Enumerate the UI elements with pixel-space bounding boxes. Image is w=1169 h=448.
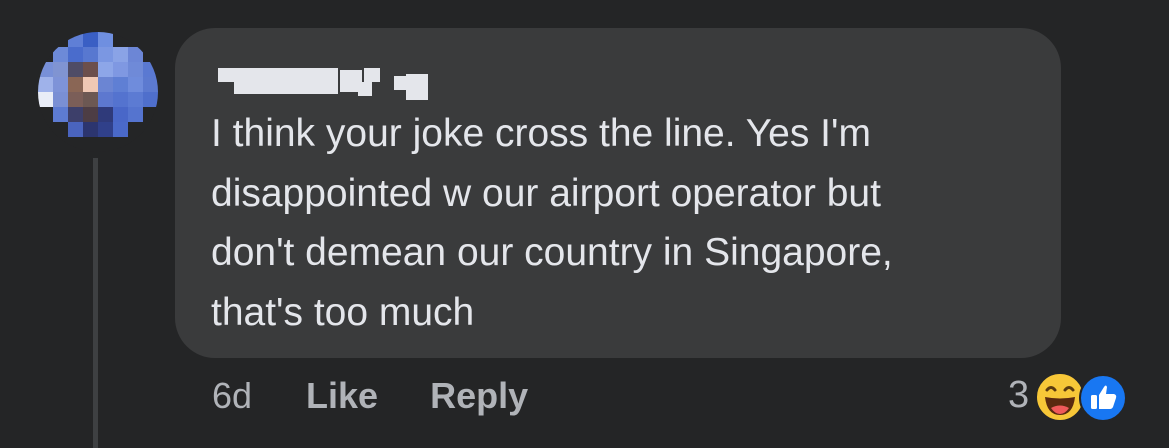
thread-line: [93, 158, 98, 448]
comment-actions: 6d Like Reply: [212, 374, 528, 418]
like-button[interactable]: Like: [306, 375, 378, 417]
reactions-summary[interactable]: 3: [1008, 370, 1135, 422]
comment-thread: I think your joke cross the line. Yes I'…: [0, 0, 1169, 448]
comment-text: I think your joke cross the line. Yes I'…: [211, 112, 893, 334]
author-name-redacted[interactable]: [218, 64, 433, 100]
reaction-count: 3: [1008, 373, 1030, 416]
comment-timestamp[interactable]: 6d: [212, 375, 252, 417]
avatar[interactable]: [38, 32, 158, 152]
haha-icon: [1035, 372, 1086, 422]
like-react-icon: [1079, 374, 1128, 422]
reply-button[interactable]: Reply: [430, 375, 528, 417]
